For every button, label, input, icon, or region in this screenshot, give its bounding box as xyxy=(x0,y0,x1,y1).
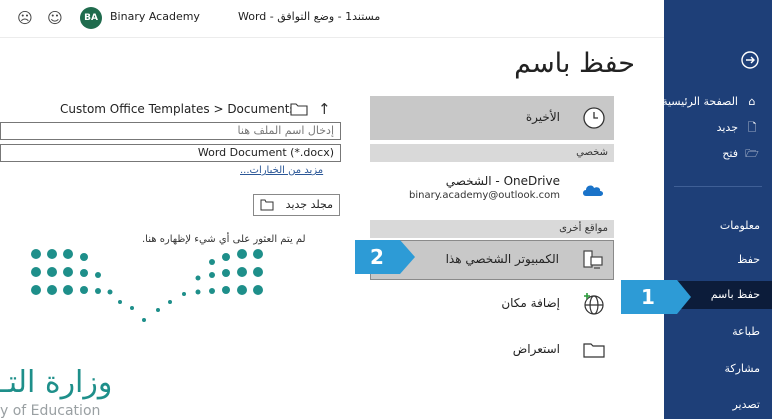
sidebar-item-label: مشاركة xyxy=(724,362,760,375)
sidebar-item-export[interactable]: تصدير xyxy=(664,391,772,419)
section-personal: شخصي xyxy=(370,144,614,162)
sidebar-item-label: طباعة xyxy=(732,325,760,338)
page-title: حفظ باسم xyxy=(514,48,635,79)
backstage-sidebar: ⌂ الصفحة الرئيسية 🗋 جديد 🗁 فتح معلومات حفظ … xyxy=(662,0,772,419)
place-recent-label: الأخيرة xyxy=(525,110,560,124)
sidebar-item-label: حفظ xyxy=(737,253,760,266)
folder-icon xyxy=(290,103,308,116)
word-save-as-screen: ☹ ☺ BA Binary Academy مستند1 - وضع التوا… xyxy=(0,0,772,419)
place-add-place-label: إضافة مكان xyxy=(501,296,560,310)
new-folder-button[interactable]: مجلد جديد xyxy=(253,194,340,216)
folder-icon xyxy=(583,343,605,358)
sidebar-item-label: معلومات xyxy=(719,219,760,232)
sidebar-item-save[interactable]: حفظ xyxy=(664,246,772,274)
new-folder-label: مجلد جديد xyxy=(285,198,333,211)
new-folder-icon xyxy=(260,199,274,211)
logo-dots-mark xyxy=(31,249,263,322)
more-options-link[interactable]: مزيد من الخيارات... xyxy=(240,165,323,176)
frown-face-icon[interactable]: ☹ xyxy=(16,9,34,27)
sidebar-item-share[interactable]: مشاركة xyxy=(664,355,772,383)
place-add-place[interactable]: إضافة مكان xyxy=(370,284,614,324)
place-onedrive-label: OneDrive - الشخصي xyxy=(445,174,560,188)
file-type-select[interactable]: Word Document (*.docx) xyxy=(0,144,341,162)
sidebar-item-new[interactable]: 🗋 جديد xyxy=(664,114,772,142)
globe-add-icon xyxy=(584,293,604,315)
filename-input[interactable]: إدخال اسم الملف هنا xyxy=(0,122,341,140)
logo-english-text: y of Education xyxy=(0,403,101,419)
place-browse[interactable]: استعراض xyxy=(370,332,614,372)
place-onedrive-account: binary.academy@outlook.com xyxy=(408,190,560,201)
up-arrow-icon[interactable]: ↑ xyxy=(318,100,331,118)
sidebar-item-open[interactable]: 🗁 فتح xyxy=(664,140,772,168)
sidebar-item-label: جديد xyxy=(716,121,738,134)
logo-arabic-text: وزارة التـ xyxy=(0,365,113,400)
place-onedrive[interactable]: OneDrive - الشخصي binary.academy@outlook… xyxy=(370,166,614,216)
user-name[interactable]: Binary Academy xyxy=(110,10,200,23)
section-other: مواقع أخرى xyxy=(370,220,614,238)
avatar[interactable]: BA xyxy=(80,7,102,29)
callout-1: 1 xyxy=(621,280,691,314)
place-recent[interactable]: الأخيرة xyxy=(370,96,614,140)
computer-icon xyxy=(583,250,603,269)
sidebar-item-label: تصدير xyxy=(732,398,760,411)
sidebar-item-print[interactable]: طباعة xyxy=(664,318,772,346)
path-bar: Custom Office Templates > Documents ↑ xyxy=(0,100,350,120)
folder-path[interactable]: Custom Office Templates > Documents xyxy=(60,102,296,116)
sidebar-item-label: فتح xyxy=(722,147,738,160)
folder-open-icon: 🗁 xyxy=(745,147,759,160)
document-title: مستند1 - وضع التوافق - Word xyxy=(238,10,381,23)
sidebar-item-info[interactable]: معلومات xyxy=(664,212,772,240)
ministry-logo: وزارة التـ y of Education xyxy=(0,240,280,419)
place-this-pc-label: الكمبيوتر الشخصي هذا xyxy=(445,252,559,266)
back-arrow-icon[interactable] xyxy=(740,50,760,70)
place-browse-label: استعراض xyxy=(512,342,560,356)
home-icon: ⌂ xyxy=(748,95,756,108)
sidebar-divider xyxy=(674,186,762,187)
smile-face-icon[interactable]: ☺ xyxy=(46,9,64,27)
sidebar-item-label: الصفحة الرئيسية xyxy=(662,95,738,108)
cloud-icon xyxy=(583,185,603,196)
clock-icon xyxy=(583,107,605,129)
sidebar-item-label: حفظ باسم xyxy=(710,288,760,301)
new-doc-icon: 🗋 xyxy=(747,121,757,134)
title-bar: ☹ ☺ BA Binary Academy مستند1 - وضع التوا… xyxy=(0,0,664,38)
sidebar-item-home[interactable]: ⌂ الصفحة الرئيسية xyxy=(662,88,772,116)
